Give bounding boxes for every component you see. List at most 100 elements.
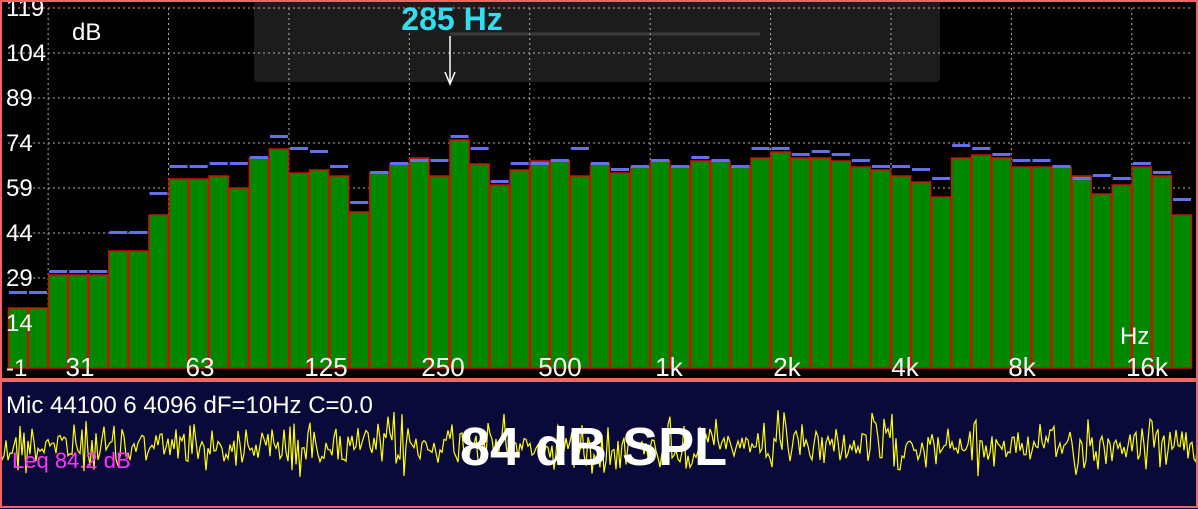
bar <box>148 214 169 369</box>
peak-marker <box>1052 165 1071 168</box>
peak-marker <box>490 180 509 183</box>
overlay-panel <box>254 0 940 82</box>
bar <box>208 175 229 369</box>
bar <box>248 157 270 369</box>
bar <box>690 160 711 369</box>
bar <box>730 166 751 369</box>
bar <box>810 157 832 369</box>
peak-marker <box>791 153 810 156</box>
peak-marker <box>169 165 188 168</box>
leq-readout: Leq 84.2 dB <box>12 448 131 473</box>
peak-marker <box>410 159 429 162</box>
peak-marker <box>691 156 710 159</box>
peak-marker <box>69 270 88 273</box>
bar <box>910 181 932 369</box>
peak-marker <box>611 168 630 171</box>
peak-marker <box>952 144 971 147</box>
bar <box>629 166 651 369</box>
spectrum-analyzer[interactable]: 119 104 89 74 59 44 29 14 -1 31 63 125 250 500 1k 2k 4k 8… <box>0 0 1198 382</box>
x-tick-label: 500 <box>538 352 581 380</box>
waveform-panel[interactable]: Mic 44100 6 4096 dF=10Hz C=0.0 Leq 84.2 … <box>0 380 1198 509</box>
bar <box>268 148 290 369</box>
bar <box>449 139 470 369</box>
peak-marker <box>711 159 730 162</box>
x-axis-label: Hz <box>1120 323 1149 350</box>
peak-marker <box>771 147 790 150</box>
bar <box>509 169 531 369</box>
peak-marker <box>149 192 168 195</box>
x-tick-label: 250 <box>421 352 464 380</box>
bar <box>429 175 450 369</box>
y-tick-label: 44 <box>6 220 33 247</box>
bar <box>328 175 350 369</box>
bar <box>188 178 209 369</box>
peak-marker <box>1092 174 1111 177</box>
peak-marker <box>370 171 389 174</box>
bar <box>790 157 811 369</box>
bar <box>368 172 390 369</box>
peak-marker <box>1112 177 1131 180</box>
y-tick-label: 104 <box>6 40 46 67</box>
bar <box>389 163 410 369</box>
peak-marker <box>1072 177 1091 180</box>
bar <box>308 169 330 369</box>
y-tick-label: 59 <box>6 175 33 202</box>
y-tick-label: 119 <box>6 0 44 22</box>
peak-marker <box>289 147 309 150</box>
bar <box>1011 166 1032 369</box>
peak-marker <box>972 147 991 150</box>
spl-readout: 84 dB SPL <box>460 417 728 477</box>
peak-marker <box>932 177 951 180</box>
bar <box>589 163 611 369</box>
y-tick-label: 29 <box>6 265 33 292</box>
peak-marker <box>109 231 128 234</box>
peak-marker <box>811 150 830 153</box>
peak-marker <box>1152 171 1171 174</box>
peak-marker <box>310 150 329 153</box>
peak-marker <box>510 162 529 165</box>
bar <box>991 157 1012 369</box>
bar <box>930 196 952 369</box>
peak-marker <box>530 162 549 165</box>
spectrum-chart: 119 104 89 74 59 44 29 14 -1 31 63 125 250 500 1k 2k 4k 8… <box>0 0 1198 382</box>
bar <box>348 211 370 369</box>
bar <box>850 166 872 369</box>
bar <box>529 160 551 369</box>
bar <box>489 184 510 369</box>
peak-marker <box>450 135 469 138</box>
x-tick-label: 2k <box>773 352 801 380</box>
bar <box>409 157 430 369</box>
bar <box>1031 166 1052 369</box>
y-tick-label: 74 <box>6 130 33 157</box>
peak-marker <box>470 147 489 150</box>
peak-marker <box>269 135 288 138</box>
bar <box>669 166 691 369</box>
peak-marker <box>831 153 850 156</box>
peak-marker <box>229 162 248 165</box>
peak-marker <box>751 147 770 150</box>
peak-marker <box>570 147 589 150</box>
peak-marker <box>731 165 750 168</box>
bar <box>168 178 189 369</box>
bar <box>549 160 571 369</box>
peak-marker <box>671 165 690 168</box>
bar <box>1151 175 1173 369</box>
x-tick-label: 125 <box>304 352 347 380</box>
peak-marker <box>1012 159 1031 162</box>
y-tick-label: 89 <box>6 85 33 112</box>
peak-marker <box>430 159 449 162</box>
bar <box>750 157 771 369</box>
y-axis-label: dB <box>72 19 101 46</box>
peak-marker <box>1172 198 1191 201</box>
x-tick-label: 1k <box>655 352 683 380</box>
bar <box>1071 175 1092 369</box>
peak-marker <box>1032 159 1051 162</box>
peak-marker <box>912 168 931 171</box>
peak-marker <box>330 165 349 168</box>
bar <box>469 163 490 369</box>
y-tick-label: -1 <box>6 355 27 380</box>
x-tick-label: 63 <box>186 352 215 380</box>
x-tick-label: 8k <box>1008 352 1036 380</box>
bar <box>1171 214 1193 369</box>
peak-marker <box>249 156 268 159</box>
